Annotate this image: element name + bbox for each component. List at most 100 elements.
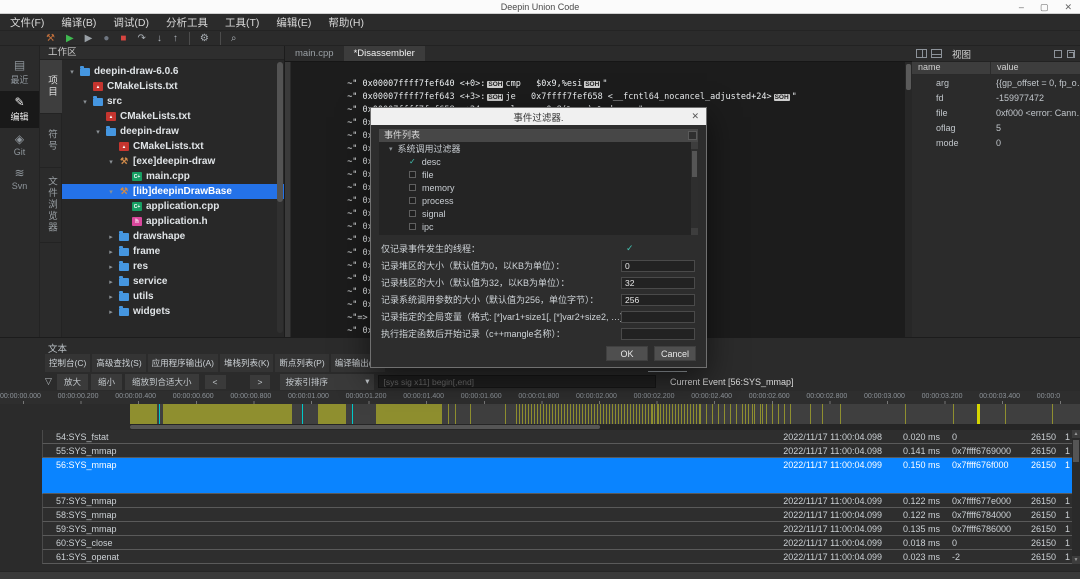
expand-icon[interactable] xyxy=(1067,50,1075,58)
ok-button[interactable]: OK xyxy=(606,346,648,361)
activity-item[interactable]: ≋ Svn xyxy=(0,162,39,196)
menu-item[interactable]: 分析工具 xyxy=(166,15,208,30)
tree-row[interactable]: CMakeLists.txt xyxy=(62,139,284,154)
menu-item[interactable]: 调试(D) xyxy=(113,15,149,30)
menu-item[interactable]: 编辑(E) xyxy=(276,15,311,30)
scroll-up-icon[interactable]: ▲ xyxy=(1072,430,1080,438)
expander-icon[interactable]: ▸ xyxy=(107,293,115,301)
filter-item[interactable]: memory xyxy=(379,181,698,194)
menu-item[interactable]: 编译(B) xyxy=(61,15,96,30)
tree-row[interactable]: ▾ deepin-draw xyxy=(62,124,284,139)
scroll-down-icon[interactable]: ▼ xyxy=(1072,556,1080,564)
menu-item[interactable]: 工具(T) xyxy=(225,15,259,30)
scroll-down-icon[interactable] xyxy=(691,228,698,235)
bottom-tab[interactable]: 控制台(C) xyxy=(45,354,90,372)
variable-row[interactable]: arg {{gp_offset = 0, fp_o… xyxy=(912,75,1080,90)
editor-tab[interactable]: main.cpp ✕ xyxy=(285,46,344,61)
field-input[interactable] xyxy=(621,311,695,323)
tree-scrollbar[interactable] xyxy=(277,62,283,333)
checkbox[interactable] xyxy=(409,223,416,230)
zoom-out-button[interactable]: 缩小 xyxy=(91,374,122,390)
variable-row[interactable]: file 0xf000 <error: Cann… xyxy=(912,105,1080,120)
expander-icon[interactable]: ▾ xyxy=(389,145,393,153)
debug-continue-icon[interactable]: ▶ xyxy=(85,32,93,45)
attach-process-icon[interactable]: ● xyxy=(103,32,109,45)
dialog-list-scrollbar[interactable] xyxy=(691,142,698,235)
step-into-icon[interactable]: ↓ xyxy=(157,32,162,45)
stop-icon[interactable]: ■ xyxy=(120,32,126,45)
tree-row[interactable]: application.h xyxy=(62,214,284,229)
expander-icon[interactable]: ▾ xyxy=(68,68,76,76)
menu-item[interactable]: 帮助(H) xyxy=(328,15,364,30)
expander-icon[interactable]: ▸ xyxy=(107,248,115,256)
tree-row[interactable]: ▾ src xyxy=(62,94,284,109)
activity-item[interactable]: ▤ 最近 xyxy=(0,54,39,91)
filter-tree-root[interactable]: ▾ 系统调用过滤器 xyxy=(379,142,698,155)
expander-icon[interactable]: ▾ xyxy=(107,188,115,196)
activity-item[interactable]: ◈ Git xyxy=(0,128,39,162)
settings-gear-icon[interactable]: ⚙ xyxy=(189,32,209,45)
expander-icon[interactable]: ▾ xyxy=(107,158,115,166)
event-table-scrollbar[interactable]: ▲ ▼ xyxy=(1072,430,1080,564)
filter-item[interactable]: ipc xyxy=(379,220,698,233)
tree-row[interactable]: CMakeLists.txt xyxy=(62,79,284,94)
expander-icon[interactable]: ▾ xyxy=(94,128,102,136)
analyze-search-icon[interactable]: ⌕ xyxy=(220,32,237,45)
cancel-button[interactable]: Cancel xyxy=(654,346,696,361)
event-row[interactable]: 54:SYS_fstat 2022/11/17 11:00:04.098 0.0… xyxy=(42,430,1080,444)
step-out-icon[interactable]: ↑ xyxy=(173,32,178,45)
filter-item[interactable]: process xyxy=(379,194,698,207)
filter-funnel-icon[interactable]: ▽ xyxy=(45,376,57,387)
event-row[interactable]: 59:SYS_mmap 2022/11/17 11:00:04.099 0.13… xyxy=(42,522,1080,536)
filter-item[interactable]: desc xyxy=(379,155,698,168)
field-input[interactable] xyxy=(621,294,695,306)
event-table-scrollbar-thumb[interactable] xyxy=(1073,440,1079,462)
column-header-name[interactable]: name xyxy=(912,62,990,74)
scroll-up-icon[interactable] xyxy=(691,142,698,149)
tree-row[interactable]: ▾ deepin-draw-6.0.6 xyxy=(62,64,284,79)
event-row[interactable]: 55:SYS_mmap 2022/11/17 11:00:04.098 0.14… xyxy=(42,444,1080,458)
checkbox[interactable] xyxy=(409,210,416,217)
step-over-icon[interactable]: ↷ xyxy=(137,32,145,45)
variable-row[interactable]: oflag 5 xyxy=(912,120,1080,135)
filter-item[interactable]: signal xyxy=(379,207,698,220)
timeline-band[interactable] xyxy=(130,404,1080,424)
split-rows-icon[interactable] xyxy=(931,49,942,58)
filter-item[interactable]: file xyxy=(379,168,698,181)
list-header-box-icon[interactable] xyxy=(688,131,697,140)
bottom-tab[interactable]: 高级查找(S) xyxy=(92,354,145,372)
event-row[interactable]: 60:SYS_close 2022/11/17 11:00:04.099 0.0… xyxy=(42,536,1080,550)
variable-row[interactable]: mode 0 xyxy=(912,135,1080,150)
expander-icon[interactable]: ▾ xyxy=(81,98,89,106)
event-row[interactable]: 61:SYS_openat 2022/11/17 11:00:04.099 0.… xyxy=(42,550,1080,564)
checkbox[interactable] xyxy=(409,171,416,178)
tree-row[interactable]: ▸ frame xyxy=(62,244,284,259)
workspace-tab[interactable]: 符号 xyxy=(40,114,62,168)
workspace-tab[interactable]: 文件浏览器 xyxy=(40,168,62,243)
activity-item[interactable]: ✎ 编辑 xyxy=(0,91,39,128)
bottom-tab[interactable]: 应用程序输出(A) xyxy=(148,354,218,372)
zoom-fit-button[interactable]: 缩放到合适大小 xyxy=(125,374,199,390)
tree-row[interactable]: ▾ [lib]deepinDrawBase xyxy=(62,184,284,199)
tree-row[interactable]: ▸ service xyxy=(62,274,284,289)
checkbox[interactable] xyxy=(409,157,416,166)
event-row[interactable]: 56:SYS_mmap 2022/11/17 11:00:04.099 0.15… xyxy=(42,458,1080,494)
editor-tab[interactable]: *Disassembler ✕ xyxy=(344,46,425,61)
tree-row[interactable]: ▸ drawshape xyxy=(62,229,284,244)
restore-icon[interactable] xyxy=(1054,50,1062,58)
tree-row[interactable]: main.cpp xyxy=(62,169,284,184)
event-row[interactable]: 58:SYS_mmap 2022/11/17 11:00:04.099 0.12… xyxy=(42,508,1080,522)
tree-row[interactable]: ▸ utils xyxy=(62,289,284,304)
variable-row[interactable]: fd -159977472 xyxy=(912,90,1080,105)
expander-icon[interactable]: ▸ xyxy=(107,263,115,271)
dialog-title-bar[interactable]: 事件过滤器. ✕ xyxy=(371,108,706,125)
run-icon[interactable]: ▶ xyxy=(66,32,74,45)
tree-row[interactable]: CMakeLists.txt xyxy=(62,109,284,124)
bottom-tab[interactable]: 断点列表(P) xyxy=(275,354,328,372)
bottom-tab[interactable]: 堆栈列表(K) xyxy=(220,354,273,372)
tree-scrollbar-thumb[interactable] xyxy=(277,62,283,202)
tree-row[interactable]: ▸ res xyxy=(62,259,284,274)
timeline-hscrollbar-thumb[interactable] xyxy=(130,425,600,429)
editor-scrollbar-thumb[interactable] xyxy=(906,64,911,90)
event-search-input[interactable] xyxy=(378,375,656,388)
